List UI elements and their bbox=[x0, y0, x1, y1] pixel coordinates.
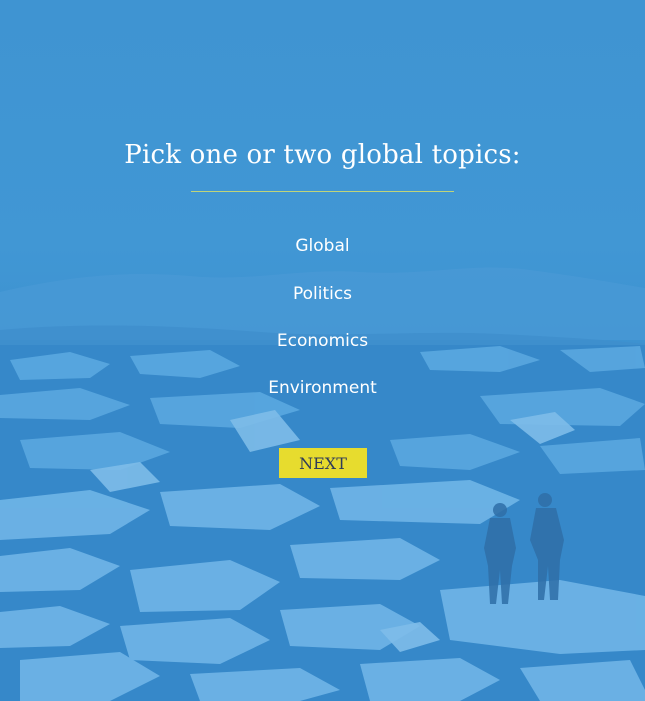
topic-economics[interactable]: Economics bbox=[0, 331, 645, 351]
title-divider bbox=[191, 191, 454, 192]
topic-picker: Pick one or two global topics: Global Po… bbox=[0, 0, 645, 701]
page-title: Pick one or two global topics: bbox=[124, 140, 521, 170]
next-button[interactable]: NEXT bbox=[279, 448, 367, 478]
topic-environment[interactable]: Environment bbox=[0, 378, 645, 398]
topic-label: Global bbox=[295, 236, 350, 256]
topic-label: Environment bbox=[268, 378, 377, 398]
background-stage: Pick one or two global topics: Global Po… bbox=[0, 0, 645, 701]
topic-label: Economics bbox=[276, 331, 369, 351]
topic-label: Politics bbox=[292, 284, 353, 304]
topic-politics[interactable]: Politics bbox=[0, 284, 645, 304]
topic-global[interactable]: Global bbox=[0, 236, 645, 256]
